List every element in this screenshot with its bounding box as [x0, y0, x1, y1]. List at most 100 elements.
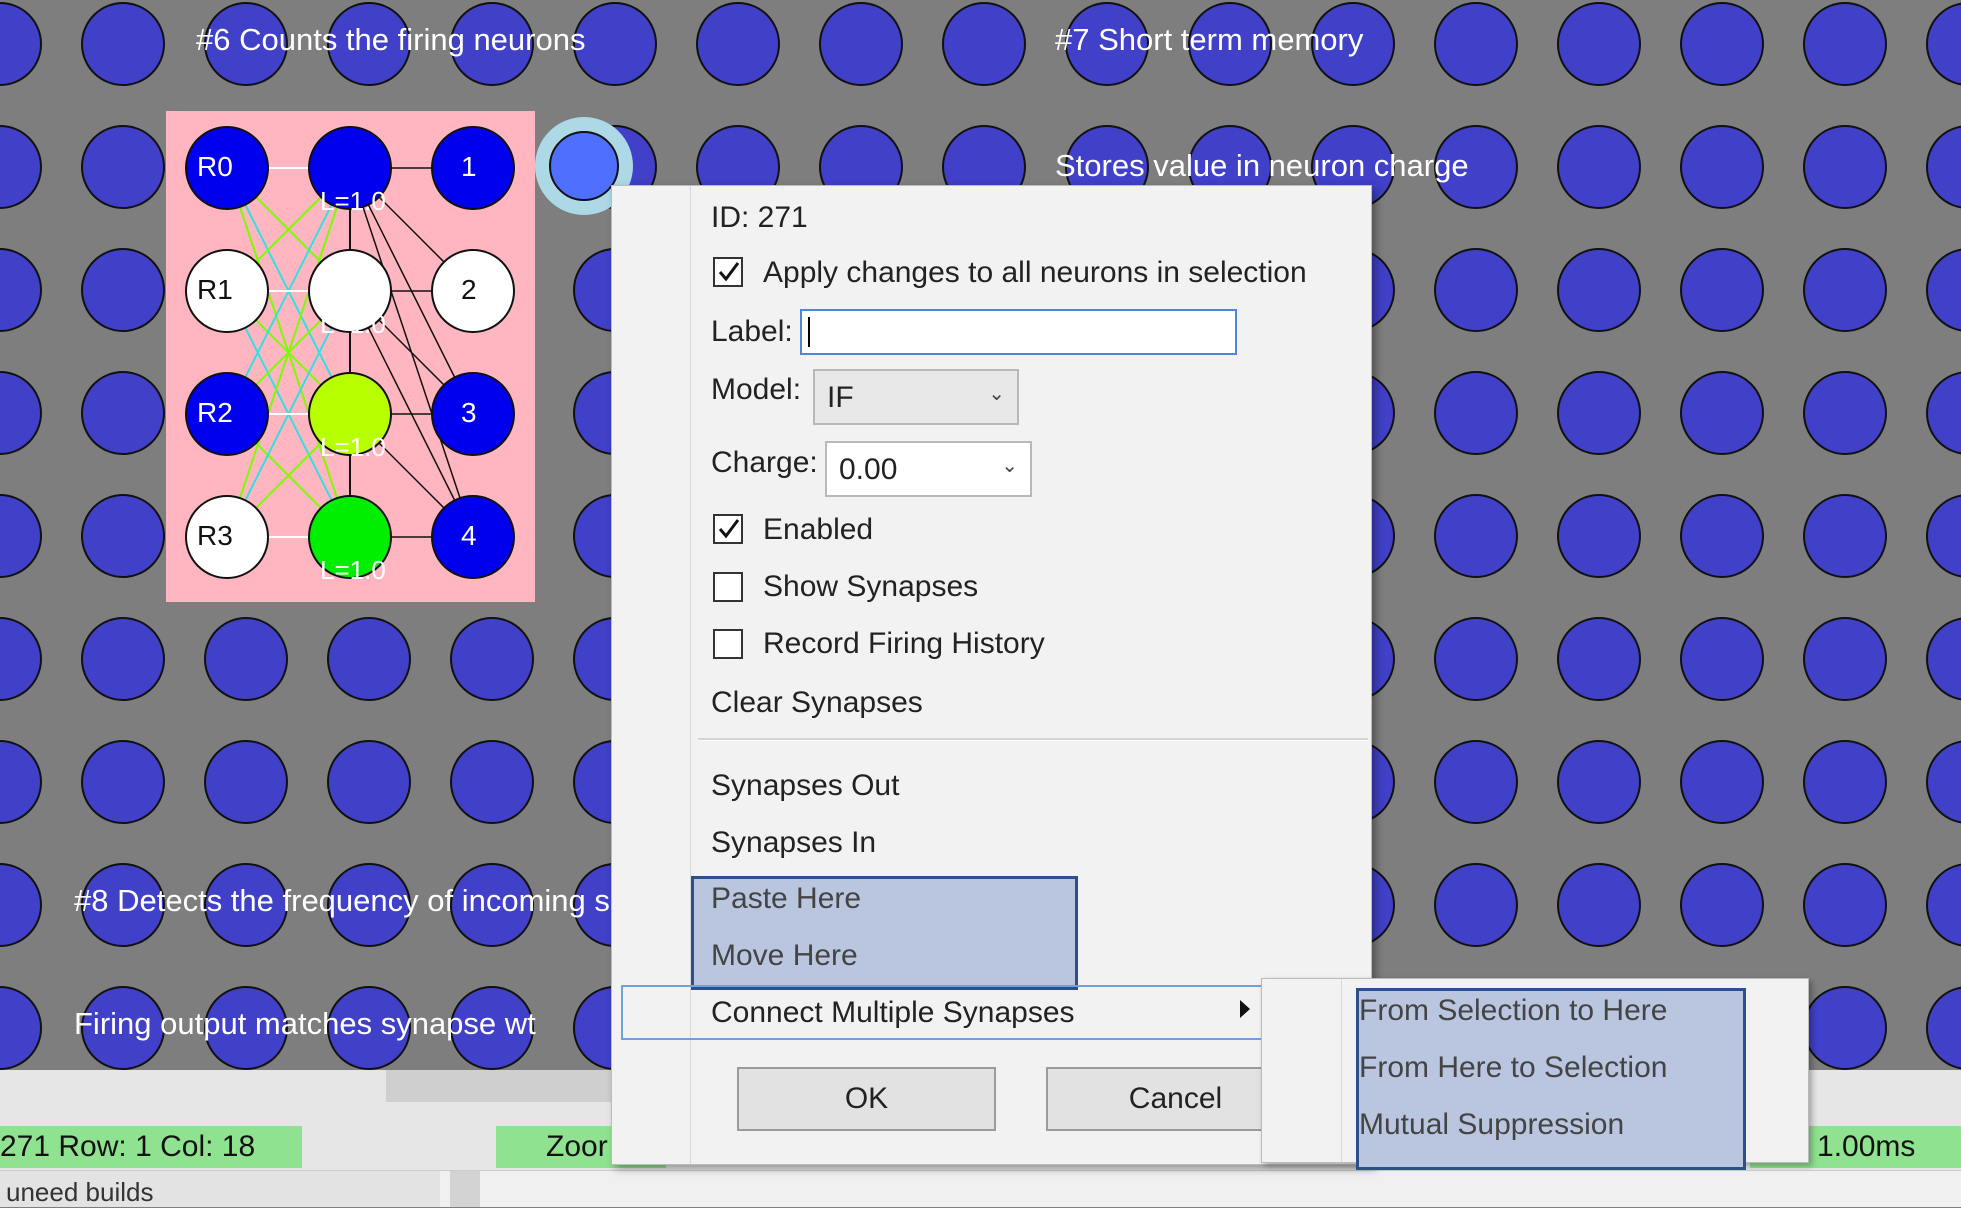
neuron[interactable] — [204, 617, 288, 701]
neuron[interactable] — [0, 371, 42, 455]
neuron[interactable] — [450, 617, 534, 701]
neuron[interactable] — [1434, 617, 1518, 701]
neuron[interactable] — [81, 740, 165, 824]
neuron[interactable] — [1434, 863, 1518, 947]
neuron[interactable] — [1680, 740, 1764, 824]
neuron[interactable] — [1803, 125, 1887, 209]
status-position: 271 Row: 1 Col: 18 — [0, 1126, 302, 1168]
neuron[interactable] — [204, 740, 288, 824]
neuron[interactable] — [573, 2, 657, 86]
neuron[interactable] — [1803, 2, 1887, 86]
neuron[interactable] — [1803, 494, 1887, 578]
neuron[interactable] — [81, 371, 165, 455]
apply-all-checkbox[interactable] — [713, 257, 743, 287]
menu-separator — [698, 738, 1368, 741]
neuron[interactable] — [1557, 863, 1641, 947]
neuron[interactable] — [1434, 2, 1518, 86]
neuron[interactable] — [1557, 125, 1641, 209]
neuron[interactable] — [0, 986, 42, 1070]
neuron[interactable] — [1434, 248, 1518, 332]
neuron[interactable] — [1557, 494, 1641, 578]
bottom-panel: uneed builds — [0, 1170, 1961, 1207]
neuron[interactable] — [1680, 248, 1764, 332]
neuron-label: 4 — [461, 520, 477, 551]
neuron[interactable] — [327, 617, 411, 701]
charge-select[interactable]: 0.00 ⌄ — [825, 441, 1032, 497]
neuron[interactable] — [1557, 371, 1641, 455]
enabled-label[interactable]: Enabled — [763, 513, 873, 547]
neuron[interactable] — [1926, 617, 1961, 701]
label-input[interactable] — [800, 309, 1237, 355]
synapses-out-item[interactable]: Synapses Out — [711, 769, 899, 803]
ok-button[interactable]: OK — [737, 1067, 996, 1131]
neuron[interactable] — [1680, 2, 1764, 86]
neuron[interactable] — [1926, 863, 1961, 947]
enabled-checkbox[interactable] — [713, 514, 743, 544]
neuron[interactable] — [1926, 125, 1961, 209]
neuron[interactable] — [450, 740, 534, 824]
label-field-label: Label: — [711, 315, 793, 348]
neuron[interactable] — [0, 494, 42, 578]
paste-here-item[interactable]: Paste Here — [711, 882, 861, 916]
neuron[interactable] — [1434, 494, 1518, 578]
clear-synapses-item[interactable]: Clear Synapses — [711, 686, 923, 720]
neuron[interactable] — [81, 248, 165, 332]
neuron[interactable] — [81, 125, 165, 209]
charge-label: Charge: — [711, 446, 818, 479]
show-synapses-checkbox[interactable] — [713, 572, 743, 602]
neuron[interactable] — [0, 617, 42, 701]
neuron[interactable] — [1803, 863, 1887, 947]
neuron[interactable] — [327, 740, 411, 824]
neuron[interactable] — [1434, 740, 1518, 824]
neuron[interactable] — [1803, 740, 1887, 824]
neuron[interactable] — [1926, 248, 1961, 332]
neuron[interactable] — [0, 125, 42, 209]
neuron[interactable] — [81, 617, 165, 701]
neuron[interactable] — [1926, 494, 1961, 578]
chevron-down-icon: ⌄ — [988, 383, 1005, 405]
neuron[interactable] — [1680, 494, 1764, 578]
neuron[interactable] — [696, 2, 780, 86]
neuron[interactable] — [819, 2, 903, 86]
neuron[interactable] — [0, 863, 42, 947]
submenu-item-from-here[interactable]: From Here to Selection — [1359, 1051, 1667, 1085]
connect-multiple-submenu: From Selection to Here From Here to Sele… — [1261, 978, 1809, 1170]
record-history-checkbox[interactable] — [713, 629, 743, 659]
move-here-item[interactable]: Move Here — [711, 939, 858, 973]
neuron[interactable] — [0, 740, 42, 824]
show-synapses-label[interactable]: Show Synapses — [763, 570, 978, 604]
neuron[interactable] — [1926, 371, 1961, 455]
neuron[interactable] — [1680, 863, 1764, 947]
neuron[interactable] — [1557, 248, 1641, 332]
neuron[interactable] — [1680, 617, 1764, 701]
chevron-down-icon: ⌄ — [1001, 455, 1018, 477]
neuron[interactable] — [1434, 371, 1518, 455]
connect-multiple-item[interactable]: Connect Multiple Synapses — [711, 996, 1075, 1030]
leak-label: L=1.0 — [320, 186, 386, 216]
neuron[interactable] — [1803, 371, 1887, 455]
model-select[interactable]: IF ⌄ — [813, 369, 1019, 425]
record-history-label[interactable]: Record Firing History — [763, 627, 1045, 661]
neuron[interactable] — [1926, 740, 1961, 824]
submenu-item-from-selection[interactable]: From Selection to Here — [1359, 994, 1667, 1028]
neuron[interactable] — [0, 248, 42, 332]
submenu-arrow-icon — [1240, 1000, 1250, 1018]
synapses-in-item[interactable]: Synapses In — [711, 826, 876, 860]
neuron[interactable] — [81, 2, 165, 86]
neuron[interactable] — [942, 2, 1026, 86]
neuron[interactable] — [1803, 986, 1887, 1070]
neuron[interactable] — [81, 494, 165, 578]
neuron[interactable] — [1557, 617, 1641, 701]
submenu-item-mutual-suppression[interactable]: Mutual Suppression — [1359, 1108, 1624, 1142]
apply-all-label[interactable]: Apply changes to all neurons in selectio… — [763, 256, 1307, 290]
counter-network[interactable]: R0 R1 R2 R3 L=1.0 L=1.0 L=1.0 L=1.0 1 2 3 4 — [166, 111, 535, 602]
neuron[interactable] — [1680, 125, 1764, 209]
neuron[interactable] — [1680, 371, 1764, 455]
neuron[interactable] — [1557, 740, 1641, 824]
neuron[interactable] — [1803, 617, 1887, 701]
neuron[interactable] — [1803, 248, 1887, 332]
neuron[interactable] — [1926, 986, 1961, 1070]
neuron[interactable] — [0, 2, 42, 86]
neuron[interactable] — [1926, 2, 1961, 86]
neuron[interactable] — [1557, 2, 1641, 86]
